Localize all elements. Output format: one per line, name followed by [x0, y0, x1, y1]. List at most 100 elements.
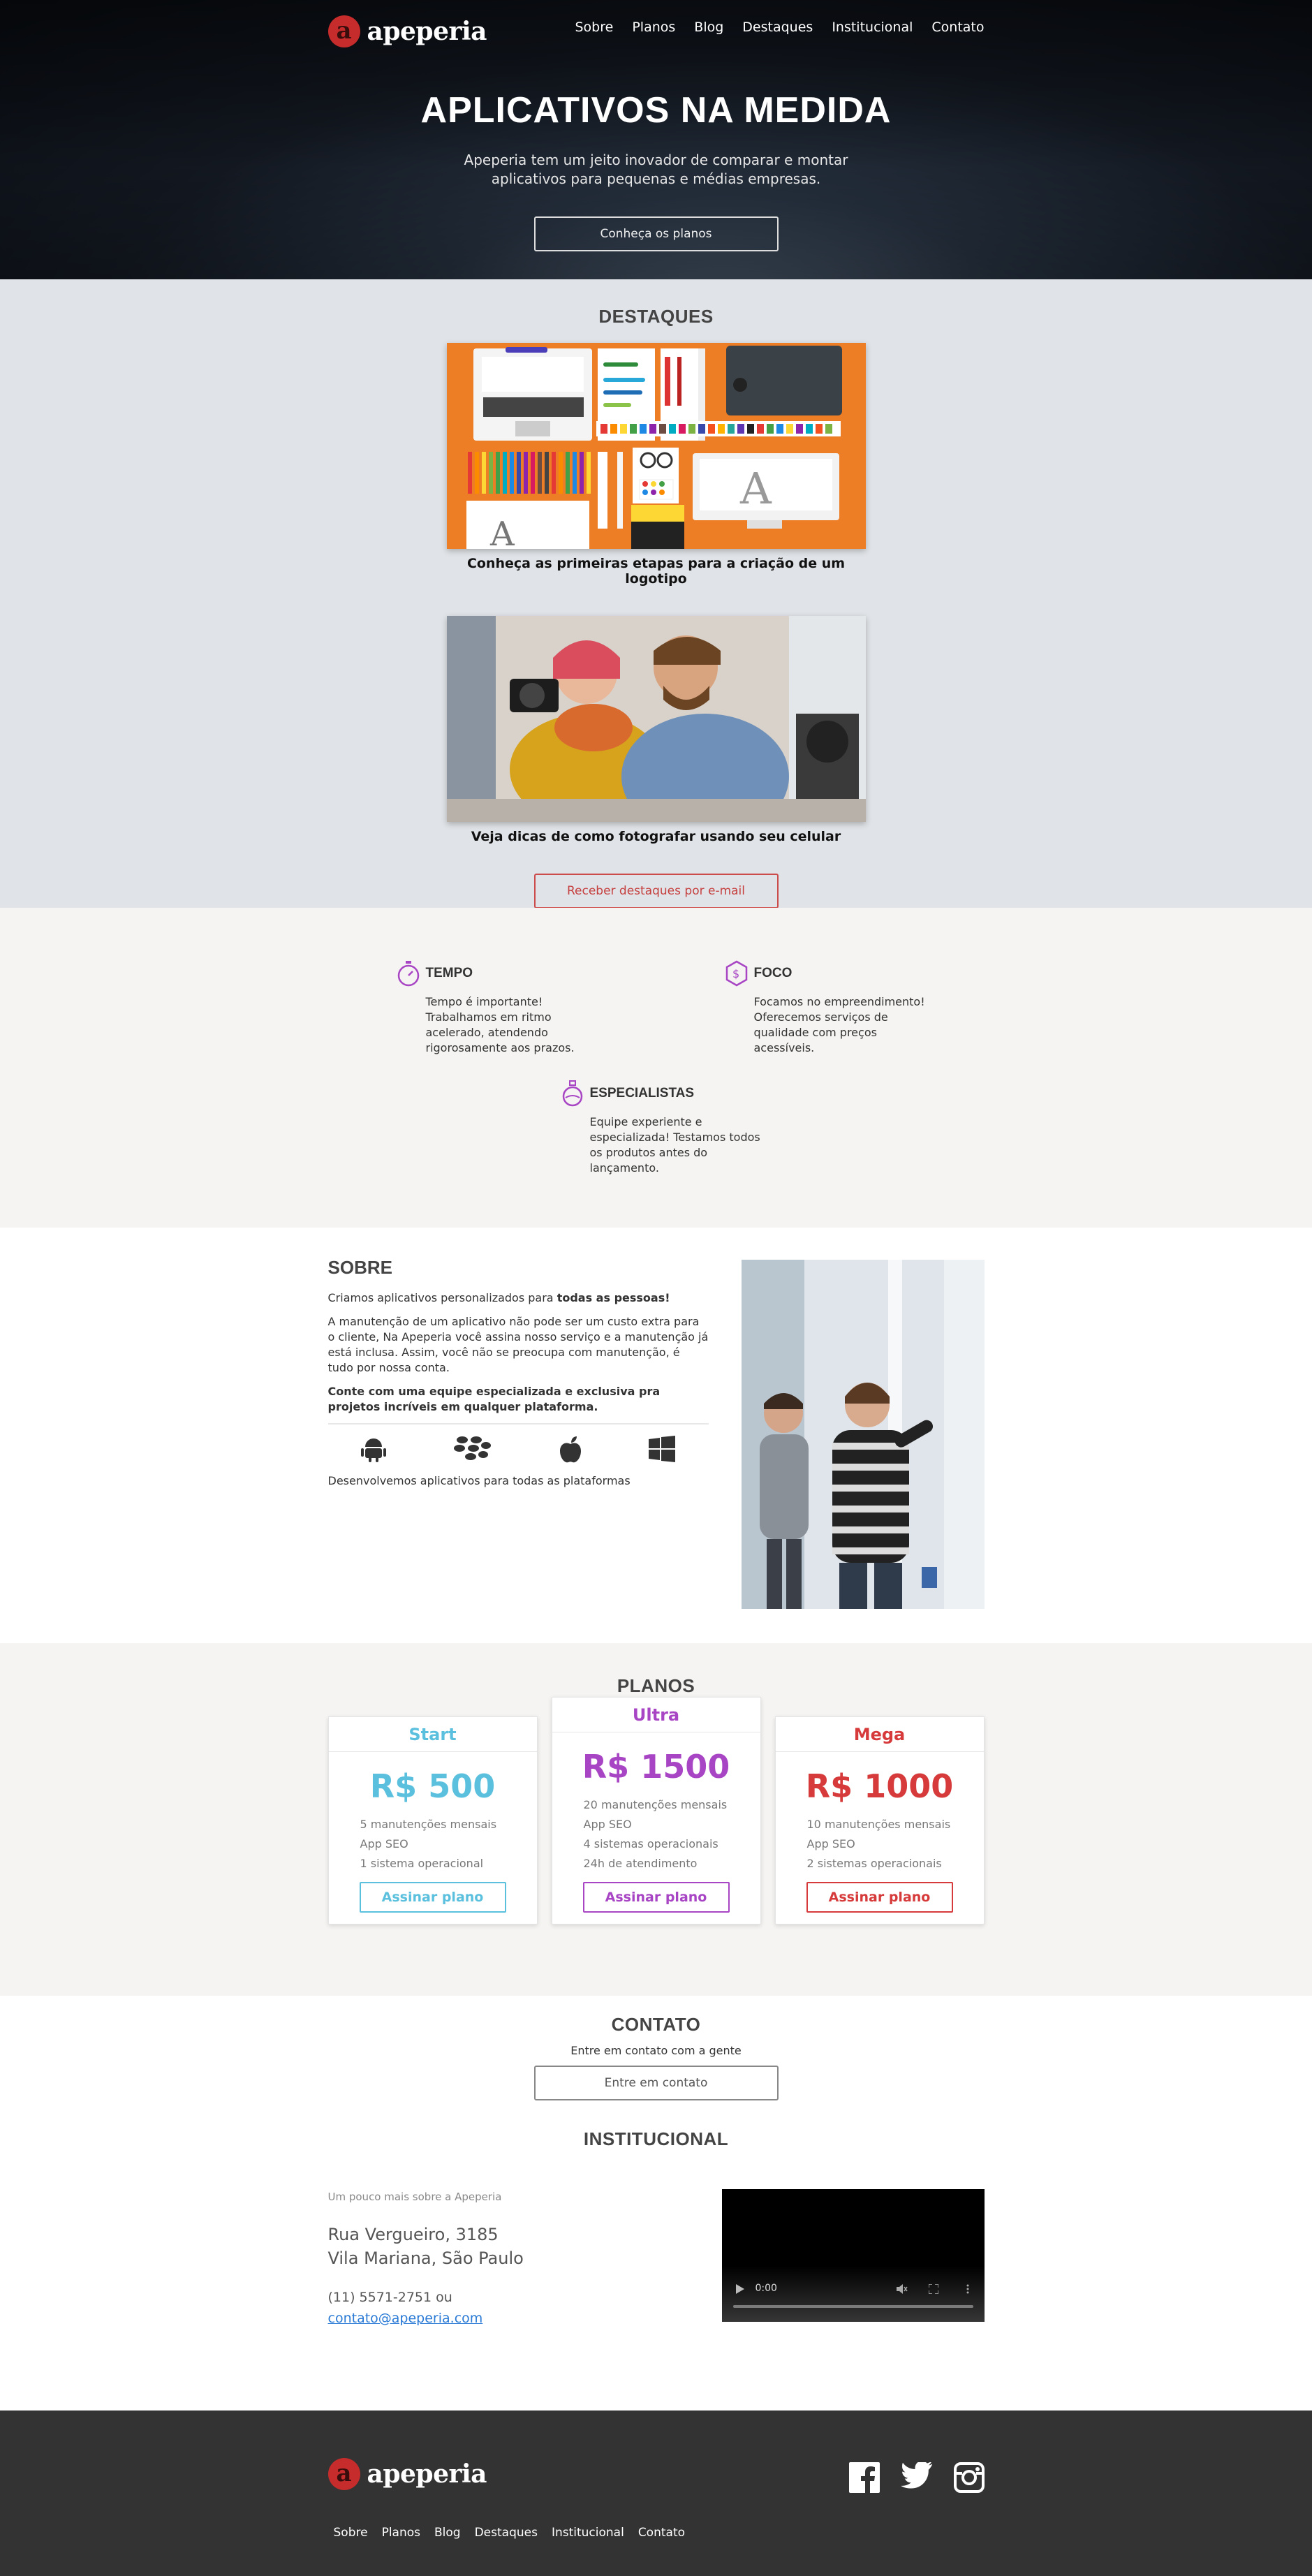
feature-foco: $ FOCO Focamos no empreendimento! Oferec…: [725, 959, 934, 1056]
nav-link-blog[interactable]: Blog: [694, 20, 723, 35]
dollar-hexagon-icon: $: [725, 960, 747, 987]
contato-text: Entre em contato com a gente: [570, 2044, 742, 2057]
more-options-icon[interactable]: [966, 2284, 969, 2294]
sobre-section: SOBRE Criamos aplicativos personalizados…: [0, 1228, 1312, 1643]
destaque-caption[interactable]: Veja dicas de como fotografar usando seu…: [447, 829, 866, 844]
svg-text:A: A: [489, 515, 515, 549]
logo-mark: a: [327, 2458, 360, 2490]
sobre-paragraph-2: A manutenção de um aplicativo não pode s…: [327, 1315, 709, 1374]
android-icon: [361, 1438, 387, 1462]
contato-section: CONTATO Entre em contato com a gente Ent…: [0, 1996, 1312, 2128]
fullscreen-icon[interactable]: [928, 2284, 938, 2294]
plan-features: 20 manutenções mensais App SEO 4 sistema…: [584, 1795, 760, 1874]
destaques-section: DESTAQUES A A Conheça as primeiras etapa…: [0, 279, 1312, 908]
planos-section: PLANOS Start R$ 500 5 manutenções mensai…: [0, 1643, 1312, 1996]
footer-link-sobre[interactable]: Sobre: [334, 2526, 368, 2540]
email-link[interactable]: contato@apeperia.com: [328, 2311, 656, 2326]
plan-price: R$ 1500: [582, 1748, 730, 1786]
plan-name: Mega: [775, 1717, 984, 1752]
footer-logo[interactable]: a apeperia: [327, 2458, 487, 2490]
footer-link-institucional[interactable]: Institucional: [552, 2526, 624, 2540]
footer-nav: Sobre Planos Blog Destaques Instituciona…: [334, 2526, 686, 2540]
svg-text:$: $: [732, 967, 739, 980]
contato-title: CONTATO: [611, 2014, 701, 2035]
footer-link-destaques[interactable]: Destaques: [475, 2526, 538, 2540]
destaques-title: DESTAQUES: [598, 306, 714, 327]
windows-icon: [648, 1436, 675, 1462]
plan-feature: App SEO: [583, 1818, 632, 1831]
feature-especialistas: ESPECIALISTAS Equipe experiente e especi…: [561, 1080, 770, 1176]
plan-feature: 20 manutenções mensais: [583, 1798, 728, 1811]
stopwatch-icon: [397, 961, 419, 987]
nav-link-destaques[interactable]: Destaques: [742, 20, 813, 35]
video-progress-bar[interactable]: [732, 2305, 973, 2308]
feature-title: FOCO: [753, 966, 793, 980]
institucional-info: Um pouco mais sobre a Apeperia Rua Vergu…: [328, 2191, 656, 2326]
sobre-paragraph-1: Criamos aplicativos personalizados para …: [327, 1291, 670, 1304]
hero-title: APLICATIVOS NA MEDIDA: [420, 90, 892, 131]
nav-link-sobre[interactable]: Sobre: [575, 20, 614, 35]
plan-feature: 5 manutenções mensais: [360, 1818, 497, 1831]
plan-features: 10 manutenções mensais App SEO 2 sistema…: [807, 1815, 984, 1874]
instagram-icon[interactable]: [953, 2462, 985, 2493]
plan-price: R$ 500: [369, 1767, 496, 1805]
hero-header: a apeperia Sobre Planos Blog Destaques I…: [0, 0, 1312, 279]
sobre-text: Criamos aplicativos personalizados para …: [327, 1290, 709, 1497]
volume-icon[interactable]: [896, 2284, 908, 2294]
footer: a apeperia Sobre Planos Blog Destaques I…: [0, 2411, 1312, 2576]
institucional-section: INSTITUCIONAL Um pouco mais sobre a Apep…: [0, 2128, 1312, 2411]
subscribe-plan-button[interactable]: Assinar plano: [806, 1882, 953, 1913]
institucional-title: INSTITUCIONAL: [583, 2128, 729, 2149]
hero-subtitle: Apeperia tem um jeito inovador de compar…: [464, 152, 848, 187]
see-plans-button[interactable]: Conheça os planos: [533, 216, 779, 251]
nav-link-institucional[interactable]: Institucional: [832, 20, 913, 35]
twitter-icon[interactable]: [900, 2462, 933, 2490]
footer-link-contato[interactable]: Contato: [638, 2526, 685, 2540]
social-links: [848, 2462, 985, 2493]
nav-link-contato[interactable]: Contato: [931, 20, 984, 35]
feature-tempo: TEMPO Tempo é importante! Trabalhamos em…: [397, 959, 606, 1056]
nav-link-planos[interactable]: Planos: [632, 20, 675, 35]
plan-card-mega: Mega R$ 1000 10 manutenções mensais App …: [774, 1716, 985, 1924]
plan-card-start: Start R$ 500 5 manutenções mensais App S…: [327, 1716, 538, 1924]
feature-title: ESPECIALISTAS: [589, 1086, 695, 1101]
video-time: 0:00: [755, 2283, 777, 2294]
plan-feature: App SEO: [806, 1837, 855, 1850]
destaque-item[interactable]: Veja dicas de como fotografar usando seu…: [446, 616, 866, 844]
video-player[interactable]: 0:00: [721, 2189, 985, 2322]
blackberry-icon: [454, 1436, 492, 1460]
plan-feature: 10 manutenções mensais: [806, 1818, 951, 1831]
plan-name: Ultra: [552, 1698, 760, 1732]
planos-title: PLANOS: [617, 1675, 695, 1696]
subscribe-plan-button[interactable]: Assinar plano: [582, 1882, 730, 1913]
address-line: Vila Mariana, São Paulo: [327, 2249, 524, 2268]
brand-logo[interactable]: a apeperia: [327, 15, 487, 47]
logo-text: apeperia: [367, 17, 487, 46]
feature-text: Equipe experiente e especializada! Testa…: [589, 1115, 760, 1175]
platform-icons: [327, 1423, 709, 1464]
address-line: Rua Vergueiro, 3185: [327, 2225, 499, 2244]
destaque-caption[interactable]: Conheça as primeiras etapas para a criaç…: [447, 556, 866, 587]
flask-icon: [562, 1080, 582, 1107]
footer-link-blog[interactable]: Blog: [434, 2526, 461, 2540]
contact-button[interactable]: Entre em contato: [533, 2066, 779, 2100]
plan-feature: 4 sistemas operacionais: [583, 1837, 718, 1850]
subscribe-destaques-button[interactable]: Receber destaques por e-mail: [533, 874, 779, 908]
subscribe-plan-button[interactable]: Assinar plano: [359, 1882, 506, 1913]
logo-mark: a: [327, 15, 360, 47]
plan-feature: 2 sistemas operacionais: [806, 1857, 942, 1870]
facebook-icon[interactable]: [848, 2462, 880, 2493]
play-icon[interactable]: [735, 2284, 744, 2294]
main-nav: Sobre Planos Blog Destaques Instituciona…: [575, 20, 985, 35]
photography-image: [446, 616, 866, 822]
destaque-item[interactable]: A A Conheça as primeiras etapas para a c…: [446, 343, 866, 587]
plan-name: Start: [328, 1717, 537, 1752]
sobre-paragraph-3: Conte com uma equipe especializada e exc…: [327, 1385, 661, 1413]
plan-feature: 24h de atendimento: [583, 1857, 698, 1870]
phone: (11) 5571-2751 ou: [327, 2290, 452, 2305]
feature-text: Focamos no empreendimento! Oferecemos se…: [753, 995, 925, 1054]
svg-text:A: A: [739, 463, 772, 514]
video-controls: [721, 2266, 985, 2322]
footer-link-planos[interactable]: Planos: [382, 2526, 420, 2540]
plan-features: 5 manutenções mensais App SEO 1 sistema …: [360, 1815, 537, 1874]
